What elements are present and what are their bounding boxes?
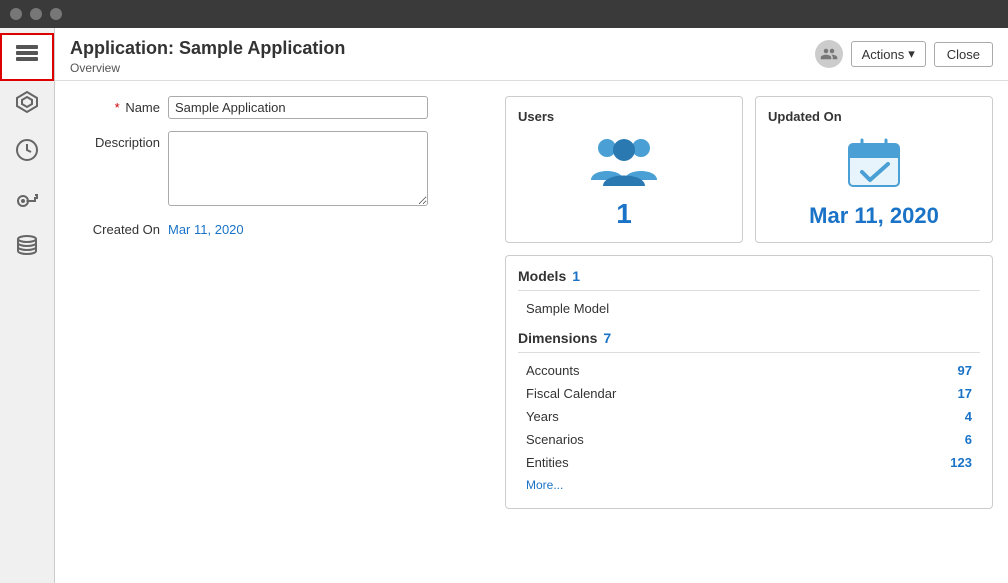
database-icon [15, 234, 39, 264]
sidebar-item-models[interactable] [0, 81, 54, 129]
dimension-list-item: Years 4 [518, 405, 980, 428]
body-section: * Name Description Created On Mar 11, 20… [55, 81, 1008, 583]
calendar-icon [768, 132, 980, 195]
created-on-label: Created On [70, 218, 160, 237]
name-row: * Name [70, 96, 490, 119]
detail-card: Models 1 Sample Model Dimensions 7 Accou… [505, 255, 993, 509]
users-count: 1 [518, 198, 730, 230]
page-subtitle: Overview [70, 61, 345, 75]
dimension-count: 123 [950, 455, 972, 470]
dimension-name: Years [526, 409, 559, 424]
users-card-title: Users [518, 109, 730, 124]
dimension-count: 17 [958, 386, 972, 401]
dimension-list-item: Scenarios 6 [518, 428, 980, 451]
sidebar-item-time[interactable] [0, 129, 54, 177]
form-section: * Name Description Created On Mar 11, 20… [70, 96, 490, 568]
dimension-count: 6 [965, 432, 972, 447]
dimensions-count: 7 [603, 330, 611, 346]
created-on-row: Created On Mar 11, 2020 [70, 218, 490, 237]
sidebar-item-overview[interactable] [0, 33, 54, 81]
dimension-list-item: Fiscal Calendar 17 [518, 382, 980, 405]
updated-card-title: Updated On [768, 109, 980, 124]
dimension-name: Entities [526, 455, 569, 470]
header-actions: Actions ▾ Close [815, 40, 993, 68]
dimension-count: 4 [965, 409, 972, 424]
updated-date: Mar 11, 2020 [768, 203, 980, 229]
models-label: Models [518, 268, 566, 284]
dimension-name: Scenarios [526, 432, 584, 447]
models-list: Sample Model [518, 297, 980, 320]
description-row: Description [70, 131, 490, 206]
required-star: * [115, 100, 120, 115]
dimension-name: Fiscal Calendar [526, 386, 616, 401]
overview-icon [15, 44, 39, 70]
close-button[interactable]: Close [934, 42, 993, 67]
top-bar [0, 0, 1008, 28]
top-bar-dot-1 [10, 8, 22, 20]
actions-button[interactable]: Actions ▾ [851, 41, 926, 67]
users-card: Users [505, 96, 743, 243]
dimensions-label: Dimensions [518, 330, 597, 346]
user-avatar [815, 40, 843, 68]
top-cards: Users [505, 96, 993, 243]
model-list-item: Sample Model [518, 297, 980, 320]
dimensions-list: Accounts 97 Fiscal Calendar 17 Years 4 Scenari… [518, 359, 980, 474]
access-icon [15, 186, 39, 216]
models-header: Models 1 [518, 268, 980, 291]
top-bar-dot-3 [50, 8, 62, 20]
models-count: 1 [572, 268, 580, 284]
more-link[interactable]: More... [518, 474, 571, 496]
page-title-section: Application: Sample Application Overview [70, 38, 345, 75]
chevron-down-icon: ▾ [908, 46, 915, 62]
created-on-value: Mar 11, 2020 [168, 218, 244, 237]
sidebar-item-access[interactable] [0, 177, 54, 225]
dimension-list-item: Entities 123 [518, 451, 980, 474]
main-container: Application: Sample Application Overview… [0, 28, 1008, 583]
dimension-name: Accounts [526, 363, 579, 378]
content-area: Application: Sample Application Overview… [55, 28, 1008, 583]
dimensions-header: Dimensions 7 [518, 330, 980, 353]
sidebar [0, 28, 55, 583]
time-icon [15, 138, 39, 168]
sidebar-item-database[interactable] [0, 225, 54, 273]
users-icon [518, 132, 730, 190]
description-label: Description [70, 131, 160, 150]
top-bar-dot-2 [30, 8, 42, 20]
updated-card: Updated On Mar 11, 2020 [755, 96, 993, 243]
models-icon [15, 90, 39, 120]
name-input[interactable] [168, 96, 428, 119]
description-textarea[interactable] [168, 131, 428, 206]
page-header: Application: Sample Application Overview… [55, 28, 1008, 81]
dimension-count: 97 [958, 363, 972, 378]
dimension-list-item: Accounts 97 [518, 359, 980, 382]
name-label: * Name [70, 96, 160, 115]
right-panels: Users [505, 96, 993, 568]
page-title: Application: Sample Application [70, 38, 345, 59]
